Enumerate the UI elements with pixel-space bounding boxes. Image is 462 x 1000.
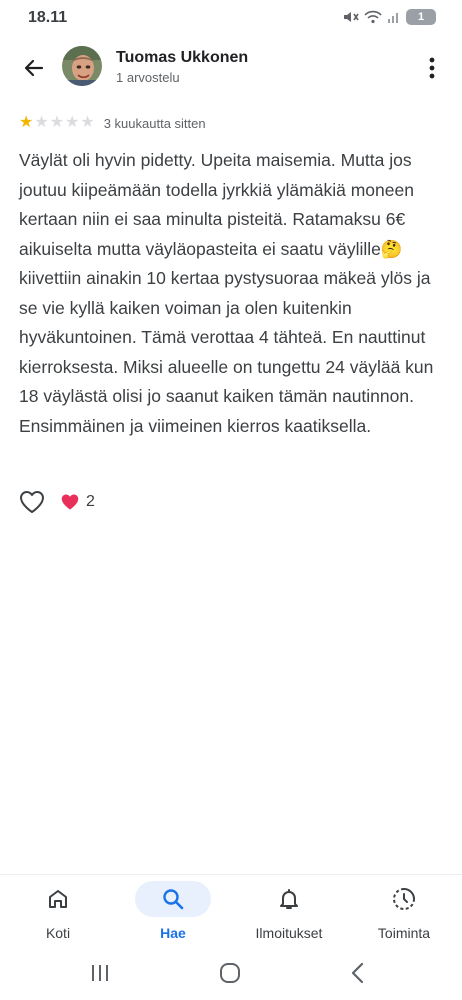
nav-label: Koti: [45, 925, 71, 941]
star-filled-icon: ★: [19, 114, 34, 131]
status-bar: 18.11 1: [0, 0, 462, 36]
nav-label: Hae: [160, 925, 186, 941]
avatar[interactable]: [62, 46, 102, 86]
bottom-navigation: Koti Hae Ilmoitukset Toiminta: [0, 874, 462, 948]
heart-filled-icon: [61, 494, 79, 510]
home-system-button[interactable]: [215, 958, 245, 988]
star-rating: ★ ★ ★ ★ ★: [19, 114, 95, 132]
heart-reaction-chip[interactable]: 2: [60, 493, 95, 511]
nav-label: Ilmoitukset: [255, 925, 323, 941]
home-pill-icon: [220, 963, 240, 983]
bell-icon: [280, 889, 298, 909]
rating-row: ★ ★ ★ ★ ★ 3 kuukautta sitten: [19, 114, 206, 132]
star-empty-icon: ★: [80, 114, 95, 131]
search-icon: [163, 889, 184, 910]
nav-item-ilmoitukset[interactable]: Ilmoitukset: [239, 875, 339, 949]
status-icons: 1: [343, 9, 436, 25]
back-arrow-icon: [24, 59, 44, 77]
review-header: Tuomas Ukkonen 1 arvostelu: [0, 40, 462, 96]
nav-item-hae[interactable]: Hae: [123, 875, 223, 949]
more-options-button[interactable]: [422, 52, 442, 84]
star-empty-icon: ★: [49, 114, 65, 131]
like-button[interactable]: [18, 488, 46, 516]
back-chevron-icon: [351, 962, 364, 984]
reaction-row: 2: [18, 488, 95, 516]
more-vert-icon: [429, 57, 435, 79]
mute-icon: [344, 12, 359, 22]
nav-item-koti[interactable]: Koti: [8, 875, 108, 949]
back-button[interactable]: [18, 52, 50, 84]
wifi-icon: [364, 10, 382, 24]
back-system-button[interactable]: [343, 958, 373, 988]
reviewer-review-count: 1 arvostelu: [116, 70, 180, 85]
recents-icon: [92, 965, 108, 981]
activity-icon: [393, 888, 415, 910]
status-time: 18.11: [28, 9, 68, 26]
review-text: Väylät oli hyvin pidetty. Upeita maisemi…: [19, 150, 434, 436]
battery-indicator: 1: [406, 9, 436, 25]
star-empty-icon: ★: [65, 114, 80, 131]
star-empty-icon: ★: [34, 114, 49, 131]
home-icon: [49, 890, 67, 908]
system-navigation-bar: [0, 948, 462, 1000]
review-date: 3 kuukautta sitten: [103, 115, 206, 131]
signal-icon: [388, 13, 398, 23]
nav-label: Toiminta: [377, 925, 431, 941]
heart-reaction-count: 2: [86, 493, 95, 510]
nav-item-toiminta[interactable]: Toiminta: [354, 875, 454, 949]
recents-button[interactable]: [85, 958, 115, 988]
reviewer-name[interactable]: Tuomas Ukkonen: [116, 49, 248, 67]
heart-outline-icon: [20, 491, 44, 513]
